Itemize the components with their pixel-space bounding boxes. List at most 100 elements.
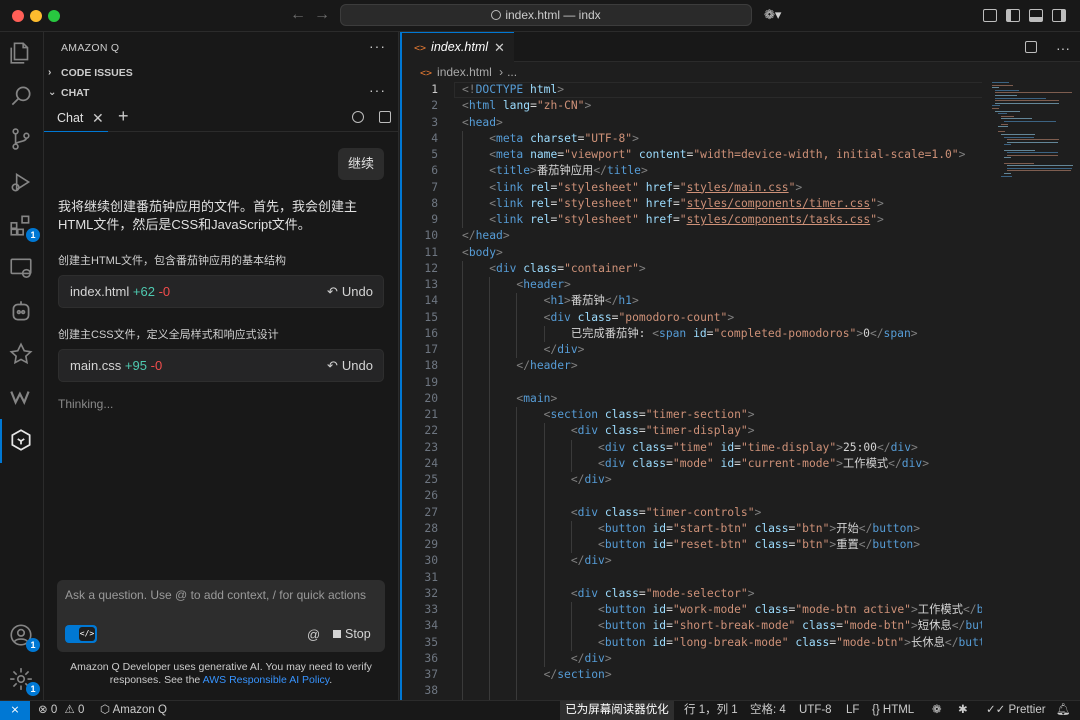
line-number[interactable]: 29 [402,537,438,553]
code-line[interactable]: 5 <meta name="viewport" content="width=d… [402,147,982,163]
responsible-ai-policy-link[interactable]: AWS Responsible AI Policy [203,674,330,686]
line-number[interactable]: 14 [402,293,438,309]
feedback-icon[interactable]: ✱ [958,701,968,720]
line-number[interactable]: 24 [402,456,438,472]
line-number[interactable]: 33 [402,602,438,618]
line-number[interactable]: 31 [402,570,438,586]
chat-tab[interactable]: Chat ✕ [44,104,108,132]
line-number[interactable]: 10 [402,228,438,244]
minimize-window-button[interactable] [30,10,42,22]
code-area[interactable]: 1 <!DOCTYPE html> 2 <html lang="zh-CN"> 3 <he… [402,82,982,702]
file-change-card[interactable]: main.css +95 -0 ↶ Undo [58,349,384,382]
encoding[interactable]: UTF-8 [799,701,832,720]
toggle-panel-icon[interactable] [1029,9,1043,22]
line-number[interactable]: 34 [402,618,438,634]
customize-layout-icon[interactable] [983,9,997,22]
source-control-icon[interactable] [8,126,36,154]
back-arrow-icon[interactable]: ← [290,6,306,24]
new-chat-icon[interactable]: + [118,106,129,127]
extensions-icon[interactable]: 1 [8,212,40,242]
line-number[interactable]: 13 [402,277,438,293]
breadcrumb-file[interactable]: index.html [437,65,492,79]
split-editor-icon[interactable] [1024,41,1037,53]
code-line[interactable]: 2 <html lang="zh-CN"> [402,98,982,114]
line-number[interactable]: 20 [402,391,438,407]
amazon-q-status[interactable]: ⬡ Amazon Q [100,701,167,720]
code-line[interactable]: 8 <link rel="stylesheet" href="styles/co… [402,196,982,212]
line-number[interactable]: 26 [402,488,438,504]
line-number[interactable]: 18 [402,358,438,374]
breadcrumb-more[interactable]: ... [507,65,517,79]
editor-more-icon[interactable]: ··· [1056,40,1070,56]
notifications-icon[interactable]: 🔔︎ [1056,701,1071,720]
command-center[interactable]: index.html — indx [340,4,752,26]
line-number[interactable]: 8 [402,196,438,212]
code-line[interactable]: 12 <div class="container"> [402,261,982,277]
chat-input[interactable] [65,586,377,604]
line-number[interactable]: 19 [402,375,438,391]
add-context-button[interactable]: @ [307,627,320,642]
copilot-status-icon[interactable]: ❁ [932,701,942,720]
toggle-secondary-sidebar-icon[interactable] [1052,9,1066,22]
search-icon[interactable] [8,83,36,111]
explorer-icon[interactable] [8,40,36,68]
cursor-position[interactable]: 行 1，列 1 [684,701,738,720]
minimap[interactable] [992,82,1078,202]
line-number[interactable]: 17 [402,342,438,358]
forward-arrow-icon[interactable]: → [314,6,330,24]
remote-explorer-icon[interactable] [8,255,36,283]
end-of-line[interactable]: LF [846,701,859,720]
line-number[interactable]: 2 [402,98,438,114]
screen-reader-mode[interactable]: 已为屏幕阅读器优化 [560,701,674,720]
line-number[interactable]: 23 [402,440,438,456]
file-name[interactable]: index.html [70,284,129,299]
star-extension-icon[interactable] [8,341,36,369]
copilot-icon[interactable]: ❁▾ [764,7,781,23]
undo-button[interactable]: ↶ Undo [327,276,373,307]
undo-button[interactable]: ↶ Undo [327,350,373,381]
code-line[interactable]: 6 <title>番茄钟应用</title> [402,163,982,179]
line-number[interactable]: 12 [402,261,438,277]
line-number[interactable]: 32 [402,586,438,602]
sidebar-more-icon[interactable]: ··· [369,38,386,54]
line-number[interactable]: 4 [402,131,438,147]
code-line[interactable]: 3 <head> [402,115,982,131]
line-number[interactable]: 11 [402,245,438,261]
close-icon[interactable]: ✕ [494,33,505,62]
code-line[interactable]: 11 <body> [402,245,982,261]
code-line[interactable]: 10 </head> [402,228,982,244]
line-number[interactable]: 22 [402,423,438,439]
line-number[interactable]: 30 [402,553,438,569]
line-number[interactable]: 28 [402,521,438,537]
code-line[interactable]: 7 <link rel="stylesheet" href="styles/ma… [402,180,982,196]
line-number[interactable]: 6 [402,163,438,179]
line-number[interactable]: 37 [402,667,438,683]
line-number[interactable]: 27 [402,505,438,521]
section-code-issues[interactable]: › CODE ISSUES [44,63,399,83]
windsurf-icon[interactable] [8,384,36,412]
close-icon[interactable]: ✕ [92,104,104,132]
line-number[interactable]: 3 [402,115,438,131]
history-icon[interactable] [351,111,364,123]
code-line[interactable]: 4 <meta charset="UTF-8"> [402,131,982,147]
stop-button[interactable]: Stop [333,627,371,641]
file-name[interactable]: main.css [70,358,121,373]
section-chat[interactable]: ⌄ CHAT [44,83,399,103]
close-window-button[interactable] [12,10,24,22]
line-number[interactable]: 21 [402,407,438,423]
file-change-card[interactable]: index.html +62 -0 ↶ Undo [58,275,384,308]
line-number[interactable]: 16 [402,326,438,342]
line-number[interactable]: 1 [402,82,438,98]
problems-indicator[interactable]: ⊗ 0 ⚠ 0 [38,701,84,720]
amazon-q-icon[interactable] [8,427,36,455]
remote-indicator[interactable]: ⨯ [0,701,30,720]
language-mode[interactable]: {} HTML [872,701,914,720]
line-number[interactable]: 5 [402,147,438,163]
indentation[interactable]: 空格: 4 [750,701,786,720]
accounts-icon[interactable]: 1 [8,622,40,652]
agent-toggle[interactable]: </> [65,625,97,643]
line-number[interactable]: 35 [402,635,438,651]
run-debug-icon[interactable] [8,169,36,197]
open-external-icon[interactable] [379,111,391,123]
prettier-status[interactable]: ✓✓ Prettier [986,701,1046,720]
